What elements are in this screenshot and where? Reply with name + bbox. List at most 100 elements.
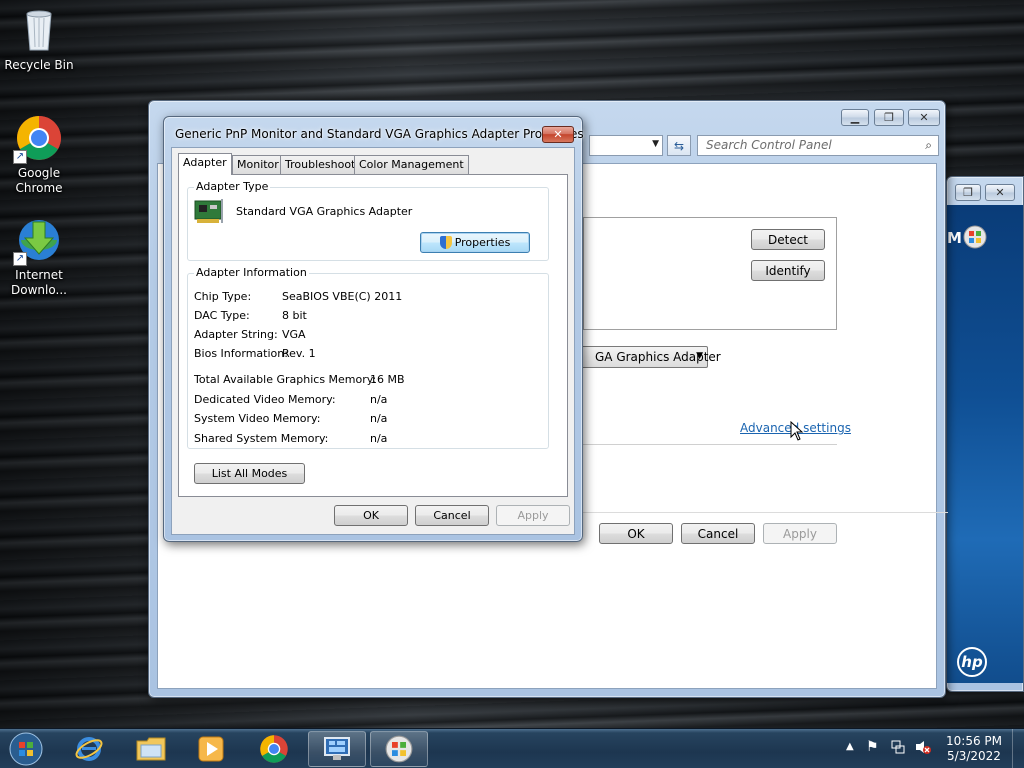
desktop-icon-google-chrome[interactable]: ↗ Google Chrome: [1, 114, 77, 196]
download-manager-icon: ↗: [13, 216, 63, 266]
taskbar-control-panel[interactable]: [308, 731, 366, 767]
minimize-icon: ▁: [850, 111, 860, 124]
adapter-information-group: Adapter Information Chip Type: SeaBIOS V…: [187, 266, 549, 449]
shield-icon: [439, 236, 452, 249]
folder-icon: [136, 737, 166, 761]
taskbar: ▲ ⚑ 10:56 PM 5/3/2022: [0, 728, 1024, 768]
close-icon: ✕: [919, 111, 929, 124]
adapter-properties-dialog[interactable]: Generic PnP Monitor and Standard VGA Gra…: [163, 116, 584, 542]
dac-type-label: DAC Type:: [194, 309, 250, 322]
chrome-icon: [260, 735, 288, 763]
properties-button[interactable]: Properties: [420, 232, 530, 253]
ok-button[interactable]: OK: [599, 523, 673, 544]
close-button[interactable]: ✕: [908, 109, 940, 126]
group-title: Adapter Information: [194, 266, 309, 279]
windows-logo-icon: [963, 225, 987, 249]
taskbar-windows-explorer[interactable]: [122, 731, 180, 767]
restore-icon: ❐: [963, 186, 973, 199]
chevron-up-icon: ▲: [846, 741, 854, 752]
dropdown-arrow-icon: ▼: [696, 351, 703, 361]
partial-heading: M: [947, 229, 962, 247]
close-button[interactable]: ✕: [542, 126, 574, 143]
show-hidden-icons-button[interactable]: ▲: [846, 741, 854, 752]
separator: [583, 444, 837, 445]
desktop-icon-label: Internet Downlo...: [11, 268, 67, 297]
shortcut-arrow-icon: ↗: [13, 252, 27, 266]
apply-button[interactable]: Apply: [496, 505, 570, 526]
tab-troubleshoot[interactable]: Troubleshoot: [280, 155, 361, 174]
system-memory-label: System Video Memory:: [194, 412, 321, 425]
list-all-modes-button[interactable]: List All Modes: [194, 463, 305, 484]
maximize-button[interactable]: ❐: [955, 184, 981, 201]
close-button[interactable]: ✕: [985, 184, 1015, 201]
bios-information-value: Rev. 1: [282, 347, 316, 360]
properties-label: Properties: [454, 236, 511, 249]
address-bar[interactable]: ▼: [589, 135, 663, 156]
desktop-icon-label: Recycle Bin: [4, 58, 74, 72]
taskbar-media-player[interactable]: [182, 731, 240, 767]
cancel-button[interactable]: Cancel: [415, 505, 489, 526]
search-placeholder: Search Control Panel: [706, 138, 832, 152]
right-window-content: M hp: [947, 205, 1023, 683]
shared-memory-value: n/a: [370, 432, 388, 445]
detect-button[interactable]: Detect: [751, 229, 825, 250]
adapter-tab-panel: Adapter Type Standard VGA Graphics Adapt…: [178, 174, 568, 497]
media-player-icon: [198, 736, 224, 762]
adapter-type-group: Adapter Type Standard VGA Graphics Adapt…: [187, 180, 549, 261]
dedicated-memory-value: n/a: [370, 393, 388, 406]
action-center-icon[interactable]: ⚑: [866, 739, 879, 755]
ok-button[interactable]: OK: [334, 505, 408, 526]
taskbar-internet-explorer[interactable]: [60, 731, 118, 767]
mouse-cursor-icon: [790, 421, 804, 441]
total-memory-value: 16 MB: [370, 373, 405, 386]
maximize-button[interactable]: ❐: [874, 109, 904, 126]
close-icon: ✕: [553, 128, 563, 141]
dropdown-arrow-icon[interactable]: ▼: [652, 139, 659, 149]
apply-button[interactable]: Apply: [763, 523, 837, 544]
adapter-string-value: VGA: [282, 328, 306, 341]
shared-memory-label: Shared System Memory:: [194, 432, 329, 445]
chip-type-value: SeaBIOS VBE(C) 2011: [282, 290, 403, 303]
adapter-string-label: Adapter String:: [194, 328, 278, 341]
group-title: Adapter Type: [194, 180, 271, 193]
identify-button[interactable]: Identify: [751, 260, 825, 281]
chrome-icon: ↗: [13, 114, 63, 164]
display-select[interactable]: GA Graphics Adapter ▼: [568, 346, 721, 368]
bios-information-label: Bios Information:: [194, 347, 288, 360]
dialog-title: Generic PnP Monitor and Standard VGA Gra…: [175, 127, 584, 141]
refresh-icon: ⇆: [673, 138, 685, 153]
windows-logo-icon: [385, 735, 413, 763]
refresh-button[interactable]: ⇆: [667, 135, 691, 156]
graphics-card-icon: [194, 199, 223, 223]
minimize-button[interactable]: ▁: [841, 109, 869, 126]
shortcut-arrow-icon: ↗: [13, 150, 27, 164]
cancel-button[interactable]: Cancel: [681, 523, 755, 544]
start-button[interactable]: [6, 731, 46, 767]
tab-adapter[interactable]: Adapter: [178, 153, 232, 175]
search-input[interactable]: Search Control Panel ⌕: [697, 135, 939, 156]
system-memory-value: n/a: [370, 412, 388, 425]
desktop-icon-recycle-bin[interactable]: Recycle Bin: [1, 6, 77, 73]
recycle-bin-icon: [15, 6, 63, 54]
volume-muted-icon[interactable]: [914, 739, 932, 755]
desktop-icon-internet-download-manager[interactable]: ↗ Internet Downlo...: [1, 216, 77, 298]
hp-logo: hp: [957, 647, 987, 677]
tab-color-management[interactable]: Color Management: [354, 155, 469, 174]
taskbar-windows-app[interactable]: [370, 731, 428, 767]
dedicated-memory-label: Dedicated Video Memory:: [194, 393, 336, 406]
show-desktop-button[interactable]: [1012, 729, 1024, 768]
display-settings-icon: [324, 737, 350, 760]
background-window-right[interactable]: ❐ ✕ M hp: [946, 176, 1024, 692]
taskbar-google-chrome[interactable]: [245, 731, 303, 767]
chip-type-label: Chip Type:: [194, 290, 252, 303]
clock-time: 10:56 PM: [946, 734, 1002, 748]
network-icon[interactable]: [890, 739, 906, 755]
restore-icon: ❐: [884, 111, 894, 124]
desktop-icon-label: Google Chrome: [15, 166, 63, 195]
separator: [578, 512, 948, 513]
search-icon[interactable]: ⌕: [925, 138, 932, 153]
dac-type-value: 8 bit: [282, 309, 307, 322]
tab-monitor[interactable]: Monitor: [232, 155, 284, 174]
taskbar-clock[interactable]: 10:56 PM 5/3/2022: [944, 734, 1004, 764]
clock-date: 5/3/2022: [947, 749, 1001, 763]
